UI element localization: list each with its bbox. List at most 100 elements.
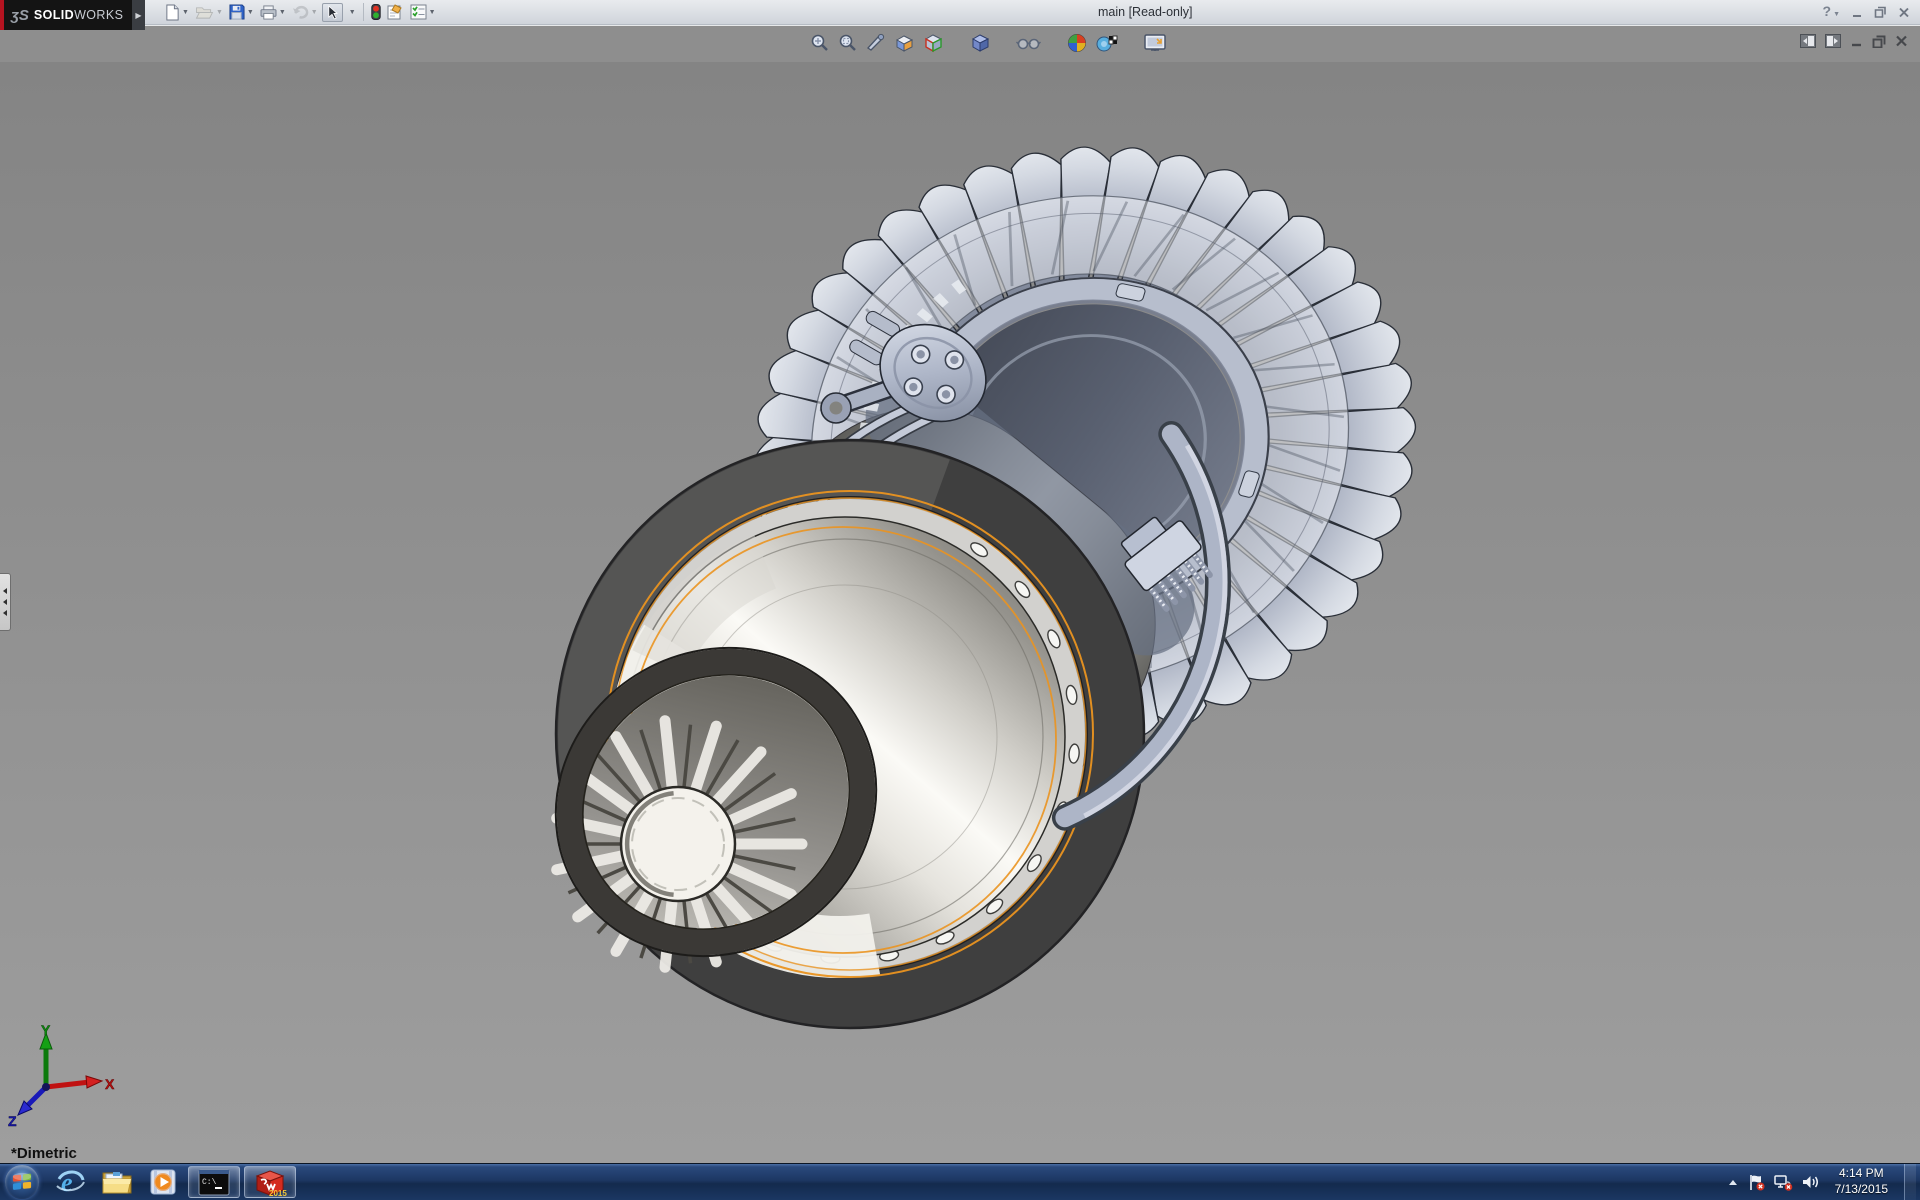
apply-scene-button[interactable] — [1066, 32, 1089, 54]
windows-taskbar: e C:\ — [0, 1163, 1920, 1200]
doc-restore-button[interactable] — [1872, 35, 1886, 48]
file-properties-button[interactable] — [385, 3, 406, 21]
taskbar-solidworks-2015[interactable]: 2015 — [244, 1166, 296, 1198]
close-button[interactable] — [1898, 7, 1910, 18]
title-bar: ▼ ▼ ▼ ▼ ▼ ▼ ▼ m — [0, 0, 1920, 25]
collapse-arrow-icon — [3, 599, 7, 605]
open-button[interactable]: ▼ — [193, 4, 225, 21]
internet-explorer-icon: e — [56, 1167, 86, 1197]
solidworks-year-text: 2015 — [269, 1189, 287, 1198]
shaded-cube-icon — [969, 32, 992, 54]
help-icon: ? — [1823, 3, 1832, 19]
volume-icon[interactable] — [1801, 1174, 1819, 1190]
document-window-controls — [1800, 34, 1908, 48]
dropdown-caret-icon[interactable]: ▼ — [349, 9, 356, 16]
view-settings-button[interactable] — [1095, 32, 1119, 54]
zoom-to-fit-icon — [809, 32, 831, 54]
cmd-prompt-text: C:\ — [202, 1178, 217, 1187]
save-button[interactable]: ▼ — [227, 3, 256, 21]
triad-x-label: X — [105, 1076, 115, 1092]
minimize-button[interactable] — [1851, 7, 1863, 18]
taskbar-windows-media-player[interactable] — [142, 1167, 184, 1198]
dropdown-caret-icon[interactable]: ▼ — [311, 9, 318, 16]
dropdown-caret-icon[interactable]: ▼ — [1833, 11, 1840, 18]
system-tray: 4:14 PM 7/13/2015 — [1726, 1164, 1920, 1200]
show-feature-pane-button[interactable] — [1800, 34, 1816, 48]
print-icon — [260, 5, 277, 20]
options-checklist-icon — [410, 4, 427, 20]
section-view-button[interactable] — [865, 32, 887, 54]
full-screen-button[interactable] — [1143, 32, 1167, 54]
dropdown-caret-icon[interactable]: ▼ — [247, 9, 254, 16]
section-view-icon — [865, 32, 887, 54]
taskbar-clock[interactable]: 4:14 PM 7/13/2015 — [1827, 1166, 1896, 1197]
select-dropdown[interactable]: ▼ — [345, 8, 358, 17]
clock-date: 7/13/2015 — [1835, 1182, 1888, 1198]
dropdown-caret-icon[interactable]: ▼ — [429, 9, 436, 16]
menu-expand-tab[interactable]: ▶ — [132, 0, 145, 30]
triad-y-label: Y — [41, 1023, 51, 1038]
windows-logo-icon — [11, 1172, 33, 1192]
restore-button[interactable] — [1874, 6, 1887, 18]
solidworks-logo-mark: ʒS — [11, 7, 29, 24]
save-floppy-icon — [229, 4, 245, 20]
undo-button[interactable]: ▼ — [290, 4, 320, 20]
print-button[interactable]: ▼ — [258, 4, 288, 21]
clock-time: 4:14 PM — [1835, 1166, 1888, 1182]
select-tool-button[interactable] — [322, 3, 343, 22]
toolbar-separator — [363, 3, 364, 21]
app-window-controls: ?▼ — [1823, 0, 1911, 24]
options-button[interactable]: ▼ — [408, 3, 438, 21]
media-player-icon — [148, 1168, 178, 1196]
new-document-button[interactable]: ▼ — [163, 3, 191, 22]
view-settings-icon — [1095, 32, 1119, 54]
action-center-flag-icon[interactable] — [1748, 1174, 1766, 1191]
view-orientation-icon — [893, 32, 916, 54]
show-display-pane-button[interactable] — [1825, 34, 1841, 48]
folder-icon — [101, 1169, 133, 1195]
feature-manager-collapsed-tab[interactable] — [0, 573, 11, 631]
view-orientation-label: *Dimetric — [11, 1145, 77, 1162]
network-status-icon[interactable] — [1774, 1174, 1793, 1191]
doc-minimize-button[interactable] — [1850, 35, 1863, 47]
rebuild-button[interactable] — [369, 3, 383, 21]
solidworks-2015-icon: 2015 — [253, 1167, 287, 1198]
reference-triad: Y X Z — [6, 1023, 118, 1127]
command-prompt-icon: C:\ — [198, 1169, 230, 1196]
taskbar-internet-explorer[interactable]: e — [50, 1167, 92, 1198]
display-style-button[interactable] — [922, 32, 945, 54]
standard-toolbar: ▼ ▼ ▼ ▼ ▼ ▼ ▼ — [162, 0, 439, 24]
hide-show-items-button[interactable] — [1016, 32, 1042, 54]
zoom-to-fit-button[interactable] — [809, 32, 831, 54]
dropdown-caret-icon[interactable]: ▼ — [182, 9, 189, 16]
graphics-viewport[interactable]: Y X Z *Dimetric — [0, 62, 1920, 1163]
display-style-icon — [922, 32, 945, 54]
help-button[interactable]: ?▼ — [1823, 3, 1841, 21]
dropdown-caret-icon[interactable]: ▼ — [216, 9, 223, 16]
heads-up-view-toolbar — [0, 24, 1920, 62]
hub-bore — [621, 787, 735, 901]
eyeglasses-icon — [1016, 32, 1042, 54]
file-properties-icon — [387, 4, 404, 20]
dropdown-caret-icon[interactable]: ▼ — [279, 9, 286, 16]
full-screen-icon — [1143, 32, 1167, 54]
taskbar-command-prompt[interactable]: C:\ — [188, 1166, 240, 1198]
zoom-to-area-button[interactable] — [837, 32, 859, 54]
new-document-icon — [165, 4, 180, 21]
collapse-arrow-icon — [3, 588, 7, 594]
brand-works: WORKS — [74, 8, 123, 22]
jet-engine-model[interactable] — [0, 62, 1920, 1163]
doc-close-button[interactable] — [1895, 35, 1908, 47]
solidworks-logo: ʒS SOLIDWORKS — [0, 0, 132, 30]
show-desktop-button[interactable] — [1904, 1164, 1916, 1200]
taskbar-file-explorer[interactable] — [96, 1167, 138, 1198]
open-folder-icon — [195, 5, 214, 20]
window-title: main [Read-only] — [1098, 0, 1193, 24]
start-button[interactable] — [5, 1165, 39, 1199]
brand-solid: SOLID — [34, 8, 74, 22]
select-cursor-icon — [327, 5, 338, 20]
shaded-with-edges-button[interactable] — [969, 32, 992, 54]
scene-sphere-icon — [1066, 32, 1089, 54]
show-hidden-icons-button[interactable] — [1726, 1176, 1740, 1188]
view-orientation-button[interactable] — [893, 32, 916, 54]
